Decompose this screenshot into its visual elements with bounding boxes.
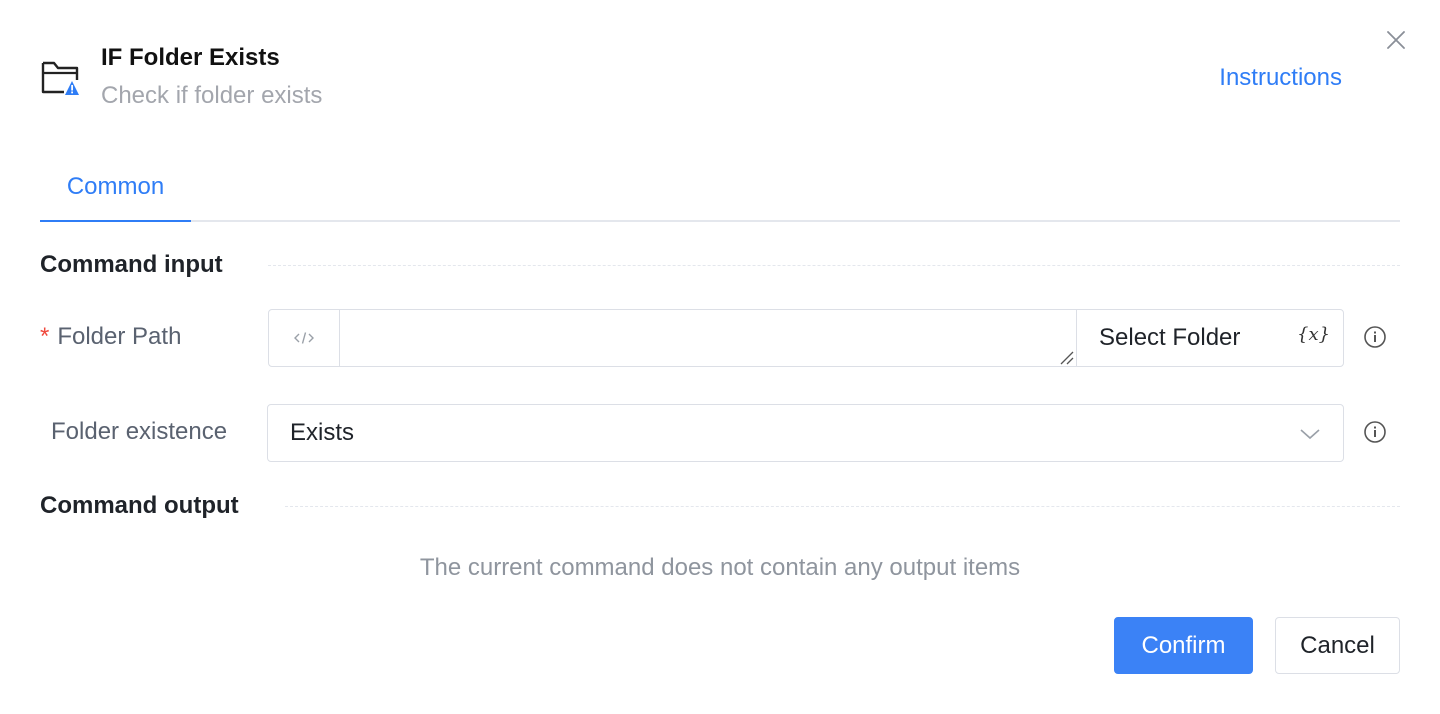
select-folder-label: Select Folder: [1099, 324, 1241, 351]
close-icon[interactable]: [1384, 28, 1408, 52]
command-output-heading: Command output: [40, 492, 239, 519]
instructions-link[interactable]: Instructions: [1219, 62, 1342, 94]
variable-icon[interactable]: {x}: [1297, 324, 1330, 345]
folder-existence-label: Folder existence: [51, 418, 228, 445]
folder-path-field: Select Folder {x}: [268, 309, 1344, 367]
required-marker: *: [40, 323, 50, 350]
chevron-down-icon: [1299, 423, 1321, 445]
command-input-heading: Command input: [40, 251, 223, 278]
cancel-button[interactable]: Cancel: [1275, 617, 1400, 674]
folder-existence-select[interactable]: Exists: [267, 404, 1344, 462]
tab-bar: Common: [40, 164, 1400, 222]
folder-path-label-text: Folder Path: [57, 323, 182, 350]
folder-warning-icon: [40, 58, 84, 98]
folder-path-input[interactable]: [340, 310, 1076, 366]
dialog-title: IF Folder Exists: [101, 44, 280, 71]
select-folder-button[interactable]: Select Folder {x}: [1076, 310, 1343, 366]
tab-common[interactable]: Common: [40, 164, 191, 222]
code-icon[interactable]: [269, 310, 340, 366]
folder-path-label: * Folder Path: [40, 321, 181, 353]
folder-existence-info-icon[interactable]: [1363, 420, 1387, 444]
section-divider: [268, 265, 1400, 266]
empty-output-message: The current command does not contain any…: [419, 554, 1021, 581]
if-folder-exists-dialog: IF Folder Exists Check if folder exists …: [0, 0, 1440, 714]
folder-existence-value: Exists: [290, 419, 355, 446]
confirm-button[interactable]: Confirm: [1114, 617, 1253, 674]
dialog-subtitle: Check if folder exists: [101, 82, 323, 109]
section-divider: [285, 506, 1400, 507]
resize-handle-icon[interactable]: [1057, 348, 1075, 366]
folder-path-info-icon[interactable]: [1363, 325, 1387, 349]
